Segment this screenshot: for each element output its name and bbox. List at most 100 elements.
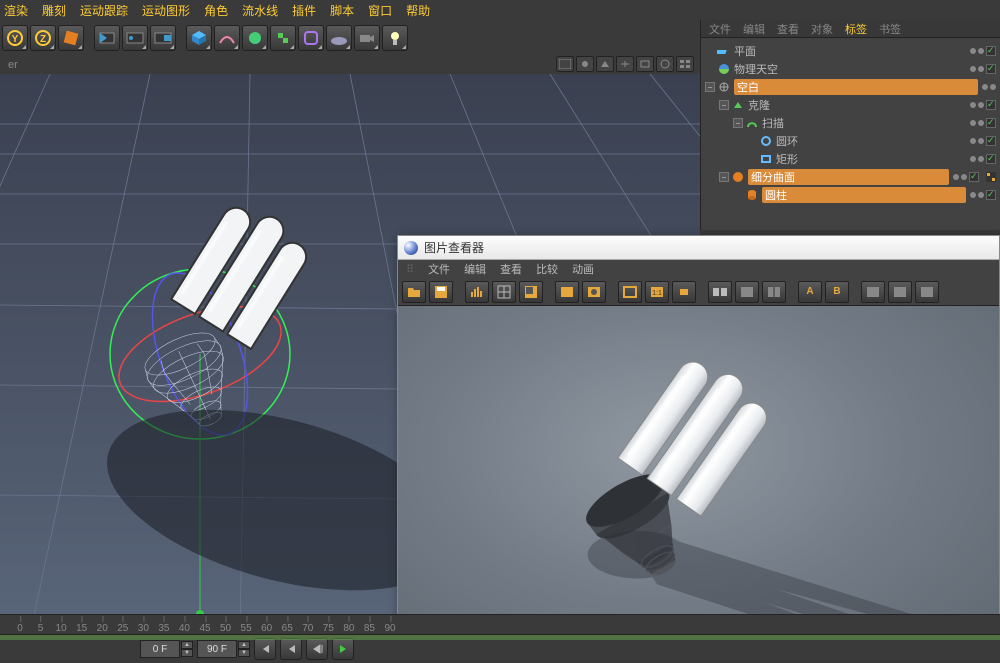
tree-row-5[interactable]: 圆环 <box>705 132 996 150</box>
tree-row-7[interactable]: − 细分曲面 <box>705 168 996 186</box>
om-tab-tags[interactable]: 标签 <box>845 21 867 37</box>
endframe-up[interactable]: ▲ <box>238 641 250 649</box>
nav-icon-5[interactable] <box>636 56 654 72</box>
add-nurbs-button[interactable] <box>242 25 268 51</box>
current-frame-input[interactable] <box>140 640 180 658</box>
pv-prev-button[interactable] <box>861 281 885 303</box>
enable-check[interactable] <box>969 172 979 182</box>
enable-check[interactable] <box>986 118 996 128</box>
goto-start-button[interactable] <box>254 638 276 660</box>
menu-tracker[interactable]: 运动跟踪 <box>80 2 128 19</box>
add-spline-button[interactable] <box>214 25 240 51</box>
visibility-dots[interactable] <box>970 118 996 128</box>
om-tab-file[interactable]: 文件 <box>709 21 731 37</box>
add-light-button[interactable] <box>382 25 408 51</box>
frame-down[interactable]: ▼ <box>181 649 193 657</box>
object-name[interactable]: 圆环 <box>776 133 966 149</box>
add-cube-button[interactable] <box>186 25 212 51</box>
om-tab-edit[interactable]: 编辑 <box>743 21 765 37</box>
pv-ab-button[interactable] <box>708 281 732 303</box>
pv-menu-anim[interactable]: 动画 <box>572 261 594 277</box>
pv-zoom-fit-button[interactable] <box>618 281 642 303</box>
tree-row-3[interactable]: − 克隆 <box>705 96 996 114</box>
menu-render[interactable]: 渲染 <box>4 2 28 19</box>
frame-up[interactable]: ▲ <box>181 641 193 649</box>
pv-navigator-button[interactable] <box>519 281 543 303</box>
live-button[interactable] <box>58 25 84 51</box>
menu-pipeline[interactable]: 流水线 <box>242 2 278 19</box>
timeline-ruler[interactable]: 051015202530354045505560657075808590 <box>0 615 1000 635</box>
object-name[interactable]: 圆柱 <box>762 187 966 203</box>
menu-window[interactable]: 窗口 <box>368 2 392 19</box>
add-camera-button[interactable] <box>354 25 380 51</box>
enable-check[interactable] <box>986 154 996 164</box>
pv-a-button[interactable]: A <box>798 281 822 303</box>
pv-channels-button[interactable] <box>492 281 516 303</box>
pv-play-button[interactable] <box>888 281 912 303</box>
add-environment-button[interactable] <box>326 25 352 51</box>
pv-next-button[interactable] <box>915 281 939 303</box>
visibility-dots[interactable] <box>970 46 996 56</box>
render-view-button[interactable] <box>94 25 120 51</box>
enable-check[interactable] <box>986 46 996 56</box>
pv-clear-button[interactable] <box>582 281 606 303</box>
object-name[interactable]: 克隆 <box>748 97 966 113</box>
menu-help[interactable]: 帮助 <box>406 2 430 19</box>
expand-toggle[interactable]: − <box>705 82 715 92</box>
pv-menu-file[interactable]: 文件 <box>428 261 450 277</box>
object-tree[interactable]: 平面物理天空−空白−克隆−扫描圆环矩形−细分曲面 圆柱 <box>701 38 1000 208</box>
add-deformer-button[interactable] <box>298 25 324 51</box>
visibility-dots[interactable] <box>970 64 996 74</box>
picture-viewer-titlebar[interactable]: 图片查看器 <box>398 236 999 260</box>
render-settings-button[interactable] <box>150 25 176 51</box>
object-name[interactable]: 扫描 <box>762 115 966 131</box>
object-name[interactable]: 物理天空 <box>734 61 966 77</box>
endframe-down[interactable]: ▼ <box>238 649 250 657</box>
nav-icon-2[interactable] <box>576 56 594 72</box>
expand-toggle[interactable]: − <box>719 172 729 182</box>
visibility-dots[interactable] <box>970 190 996 200</box>
pv-save-button[interactable] <box>429 281 453 303</box>
object-name[interactable]: 平面 <box>734 43 966 59</box>
picture-viewer-canvas[interactable] <box>398 306 999 662</box>
expand-toggle[interactable]: − <box>733 118 743 128</box>
nav-icon-7[interactable] <box>676 56 694 72</box>
play-button[interactable] <box>332 638 354 660</box>
pv-compare-button[interactable] <box>762 281 786 303</box>
nav-icon-6[interactable] <box>656 56 674 72</box>
nav-icon-4[interactable] <box>616 56 634 72</box>
add-generator-button[interactable] <box>270 25 296 51</box>
visibility-dots[interactable] <box>982 84 996 90</box>
visibility-dots[interactable] <box>970 154 996 164</box>
tree-row-6[interactable]: 矩形 <box>705 150 996 168</box>
enable-check[interactable] <box>986 190 996 200</box>
redo-button[interactable]: Z <box>30 25 56 51</box>
object-name[interactable]: 矩形 <box>776 151 966 167</box>
enable-check[interactable] <box>986 100 996 110</box>
om-tab-view[interactable]: 查看 <box>777 21 799 37</box>
picture-viewer-window[interactable]: 图片查看器 ⠿ 文件 编辑 查看 比较 动画 1:1 A B <box>397 235 1000 663</box>
render-picture-button[interactable] <box>122 25 148 51</box>
menu-script[interactable]: 脚本 <box>330 2 354 19</box>
object-name[interactable]: 细分曲面 <box>748 169 949 185</box>
pv-b-button[interactable]: B <box>825 281 849 303</box>
tree-row-8[interactable]: 圆柱 <box>705 186 996 204</box>
visibility-dots[interactable] <box>953 171 996 183</box>
play-back-button[interactable] <box>306 638 328 660</box>
menu-plugins[interactable]: 插件 <box>292 2 316 19</box>
undo-button[interactable]: Y <box>2 25 28 51</box>
enable-check[interactable] <box>986 136 996 146</box>
phong-tag-icon[interactable] <box>986 172 996 182</box>
visibility-dots[interactable] <box>970 136 996 146</box>
om-tab-bookmarks[interactable]: 书签 <box>879 21 901 37</box>
end-frame-input[interactable] <box>197 640 237 658</box>
om-tab-objects[interactable]: 对象 <box>811 21 833 37</box>
nav-icon-1[interactable] <box>556 56 574 72</box>
menu-sculpt[interactable]: 雕刻 <box>42 2 66 19</box>
pv-menu-view[interactable]: 查看 <box>500 261 522 277</box>
expand-toggle[interactable]: − <box>719 100 729 110</box>
pv-menu-edit[interactable]: 编辑 <box>464 261 486 277</box>
visibility-dots[interactable] <box>970 100 996 110</box>
tree-row-0[interactable]: 平面 <box>705 42 996 60</box>
object-name[interactable]: 空白 <box>734 79 978 95</box>
